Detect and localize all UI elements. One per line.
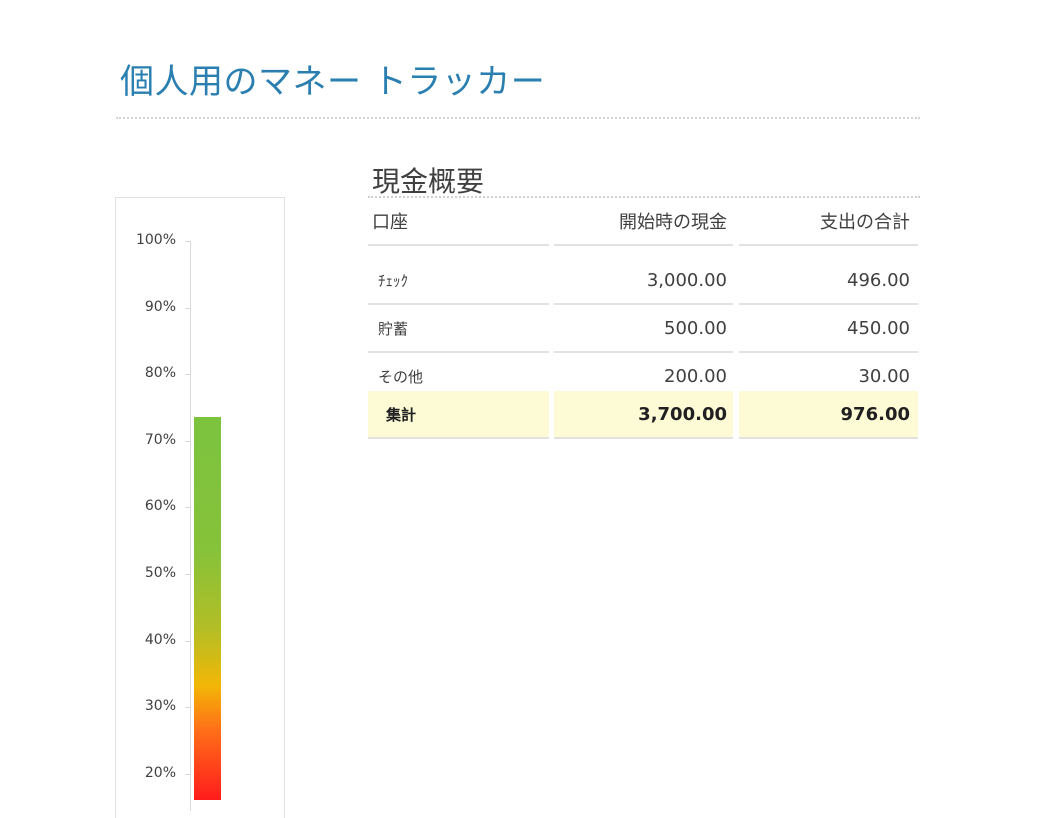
total-label: 集計: [368, 391, 549, 439]
gauge-axis: [190, 241, 191, 811]
row-total-spent: 450.00: [739, 305, 918, 353]
gauge-tick: [185, 507, 190, 509]
row-account: 貯蓄: [368, 305, 549, 353]
gauge-tick-label: 40%: [144, 631, 176, 648]
header-start-cash: 開始時の現金: [554, 198, 733, 246]
gauge-tick: [185, 307, 190, 309]
gauge-tick: [185, 773, 190, 775]
page-title: 個人用のマネー トラッカー: [120, 62, 546, 102]
total-start-cash: 3,700.00: [554, 391, 733, 439]
row-start-cash: 3,000.00: [554, 257, 733, 305]
gauge-tick: [185, 440, 190, 442]
row-start-cash: 500.00: [554, 305, 733, 353]
gauge-tick-label: 20%: [144, 764, 176, 781]
row-account: ﾁｪｯｸ: [368, 257, 549, 305]
gauge-tick-label: 70%: [144, 431, 176, 448]
total-spent: 976.00: [739, 391, 918, 439]
gauge-bar: [194, 416, 221, 800]
gauge-tick-label: 100%: [135, 232, 176, 248]
title-divider: [116, 117, 920, 119]
gauge-tick-label: 80%: [144, 365, 176, 382]
gauge-tick: [185, 707, 190, 709]
header-account: 口座: [368, 198, 549, 246]
summary-title: 現金概要: [372, 165, 485, 198]
gauge-tick-label: 30%: [144, 698, 176, 715]
gauge-tick-label: 50%: [144, 565, 176, 581]
gauge-tick: [185, 640, 190, 642]
gauge-tick: [185, 241, 190, 242]
gauge-tick: [185, 574, 190, 575]
header-total-spent: 支出の合計: [739, 198, 918, 246]
gauge-tick-label: 90%: [144, 298, 176, 315]
gauge-tick: [185, 374, 190, 376]
gauge-tick-label: 60%: [144, 498, 176, 515]
row-total-spent: 496.00: [739, 257, 918, 305]
